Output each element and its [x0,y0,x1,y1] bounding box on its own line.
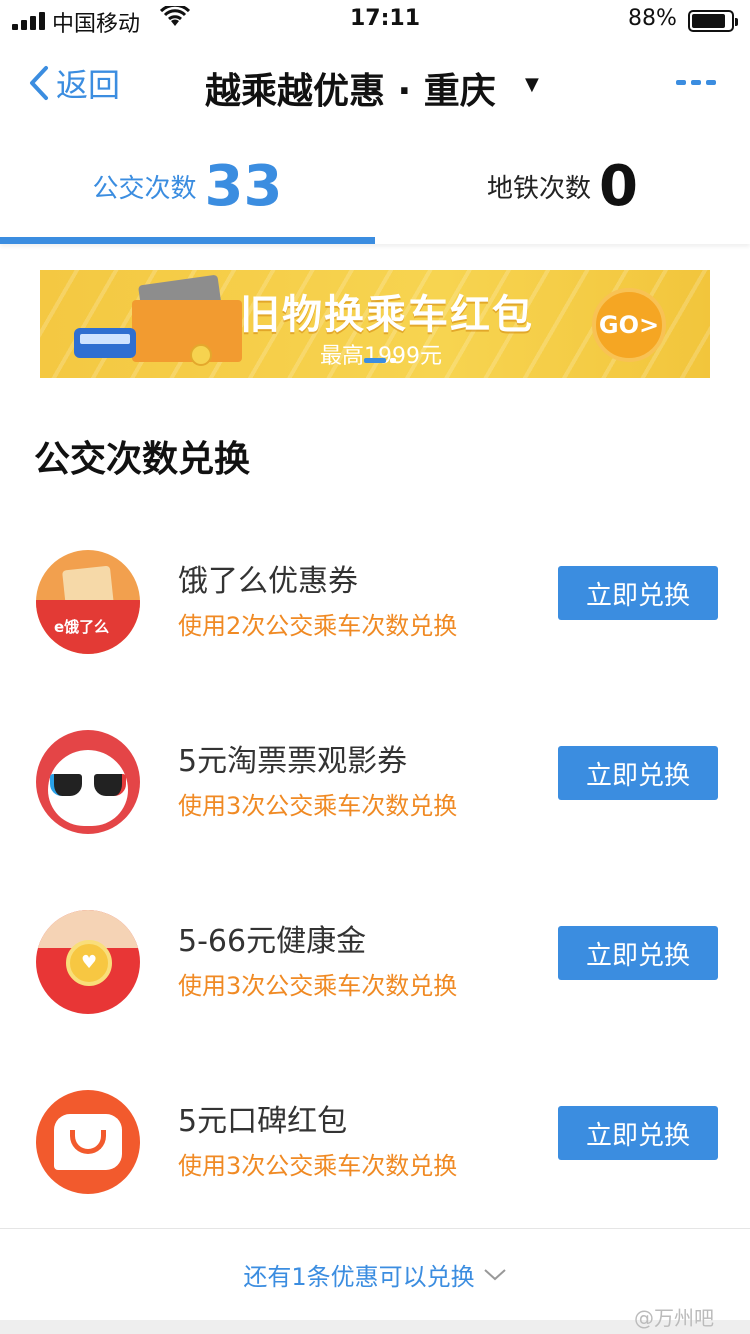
nav-bar: 返回 越乘越优惠 · 重庆 ▼ [0,40,750,128]
wifi-icon [159,3,191,34]
tab-metro-rides[interactable]: 地铁次数 0 [375,128,750,244]
banner-go-button[interactable]: GO> [592,288,666,362]
redeem-button[interactable]: 立即兑换 [558,1106,718,1160]
tab-label: 地铁次数 [487,173,592,204]
ellipsis-icon [676,80,686,85]
redeem-button[interactable]: 立即兑换 [558,926,718,980]
promo-banner[interactable]: 旧物换乘车红包 最高1999元 GO> [40,270,710,378]
active-tab-indicator [0,237,375,244]
offer-name: 5元淘票票观影券 [178,744,408,779]
tab-count: 0 [599,153,638,219]
eleme-coupon-icon: e饿了么 [36,550,140,654]
offer-item: ♥ 5-66元健康金 使用3次公交乘车次数兑换 立即兑换 [0,910,750,1030]
health-red-envelope-icon: ♥ [36,910,140,1014]
chevron-down-icon [483,1268,506,1280]
coin-icon [190,344,212,366]
offer-item: 5元口碑红包 使用3次公交乘车次数兑换 立即兑换 [0,1090,750,1210]
offer-name: 饿了么优惠券 [178,564,358,599]
koubei-icon [36,1090,140,1194]
more-options-button[interactable] [676,80,716,85]
tab-bus-rides[interactable]: 公交次数 33 [0,128,375,244]
more-offers-label: 还有1条优惠可以兑换 [243,1263,475,1291]
carousel-indicator-active [364,358,386,363]
back-button[interactable]: 返回 [28,60,120,106]
tab-count: 33 [204,153,283,219]
offer-name: 5-66元健康金 [178,924,367,959]
battery-percentage: 88% [628,6,677,31]
offer-item: e饿了么 饿了么优惠券 使用2次公交乘车次数兑换 立即兑换 [0,550,750,670]
battery-icon [688,10,738,32]
section-title: 公交次数兑换 [34,439,251,480]
offer-description: 使用3次公交乘车次数兑换 [178,972,458,1000]
redeem-button[interactable]: 立即兑换 [558,566,718,620]
city-dropdown-caret-icon[interactable]: ▼ [525,74,539,95]
back-label: 返回 [56,66,121,104]
ride-count-tabs: 公交次数 33 地铁次数 0 [0,128,750,244]
offer-item: 5元淘票票观影券 使用3次公交乘车次数兑换 立即兑换 [0,730,750,850]
bus-icon [74,328,136,358]
offer-description: 使用3次公交乘车次数兑换 [178,1152,458,1180]
offer-name: 5元口碑红包 [178,1104,348,1139]
banner-title: 旧物换乘车红包 [240,292,534,338]
clock: 17:11 [350,6,421,31]
watermark: @万州吧 [634,1306,714,1330]
carousel-indicator [390,358,396,363]
status-bar: 中国移动 17:11 88% [0,0,750,40]
taopiaopiao-icon [36,730,140,834]
signal-strength-icon [12,12,45,30]
banner-subtitle: 最高1999元 [320,344,442,369]
offer-description: 使用3次公交乘车次数兑换 [178,792,458,820]
redeem-button[interactable]: 立即兑换 [558,746,718,800]
eleme-logo-text: e饿了么 [54,618,110,636]
offer-description: 使用2次公交乘车次数兑换 [178,612,458,640]
carrier-name: 中国移动 [52,12,141,37]
chevron-left-icon [30,66,48,100]
gift-box-icon [132,300,242,362]
page-title[interactable]: 越乘越优惠 · 重庆 [205,62,496,114]
tab-label: 公交次数 [92,173,197,204]
